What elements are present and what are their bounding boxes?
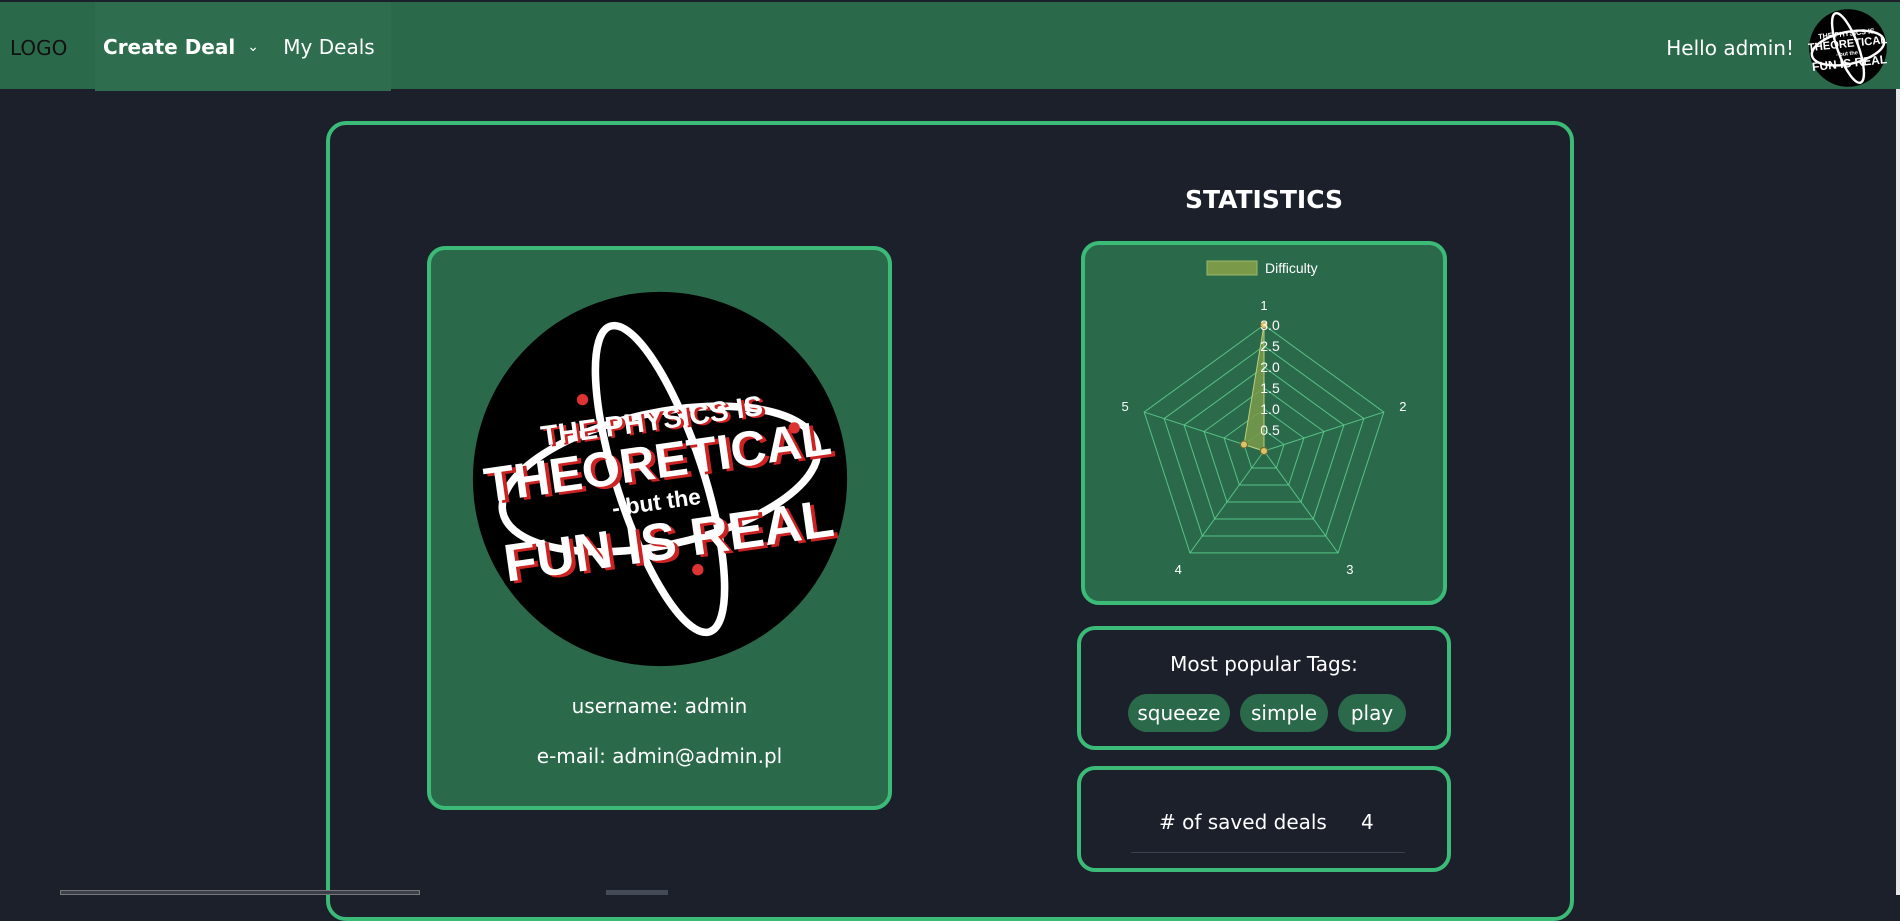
chevron-down-icon: ⌄ [247, 38, 259, 55]
vertical-scrollbar[interactable] [1896, 89, 1900, 895]
horizontal-scrollbar-thumb[interactable] [606, 890, 668, 895]
user-avatar[interactable]: THE PHYSICS IS THEORETICAL - but the - F… [1808, 8, 1888, 88]
user-greeting: Hello admin! [1666, 36, 1794, 60]
radar-tick-label: 0.5 [1260, 422, 1280, 438]
saved-deals-label: # of saved deals [1159, 810, 1327, 834]
radar-tick-label: 1.5 [1260, 380, 1280, 396]
my-deals-link[interactable]: My Deals [267, 2, 391, 91]
top-navbar: LOGO Create Deal ⌄ My Deals Hello admin!… [0, 0, 1900, 91]
tag-play[interactable]: play [1338, 694, 1406, 732]
create-deal-dropdown[interactable]: Create Deal ⌄ [95, 2, 267, 91]
legend-swatch [1206, 260, 1258, 276]
difficulty-radar-card: Difficulty 1 2 3 4 5 0.5 1.0 1.5 2.0 2.5 3.0 [1081, 241, 1447, 605]
legend-label: Difficulty [1265, 260, 1318, 276]
radar-category-label: 5 [1122, 399, 1129, 414]
radar-tick-label: 2.5 [1260, 338, 1280, 354]
radar-spoke [1263, 411, 1384, 452]
create-deal-label: Create Deal [103, 34, 236, 59]
divider [1131, 852, 1405, 853]
radar-data-point [1260, 447, 1268, 455]
radar-tick-label: 1.0 [1260, 401, 1280, 417]
radar-category-label: 1 [1260, 298, 1267, 313]
radar-data-point [1240, 440, 1249, 449]
radar-category-label: 4 [1175, 562, 1182, 577]
saved-deals-card: # of saved deals 4 [1077, 766, 1451, 872]
profile-avatar: THE PHYSICS IS THE PHYSICS IS THEORETICA… [472, 291, 848, 667]
radar-category-label: 2 [1399, 399, 1406, 414]
email-text: e-mail: admin@admin.pl [536, 744, 783, 768]
tag-squeeze[interactable]: squeeze [1128, 694, 1230, 732]
username-text: username: admin [571, 694, 748, 718]
saved-deals-count: 4 [1361, 810, 1374, 834]
profile-card: THE PHYSICS IS THE PHYSICS IS THEORETICA… [427, 246, 892, 810]
popular-tags-card: Most popular Tags: squeeze simple play [1077, 626, 1451, 750]
statistics-title: STATISTICS [1184, 185, 1344, 214]
my-deals-label: My Deals [283, 34, 375, 59]
logo-text[interactable]: LOGO [10, 36, 67, 60]
horizontal-scrollbar[interactable] [60, 890, 420, 895]
radar-tick-label: 2.0 [1260, 359, 1280, 375]
tags-title: Most popular Tags: [1170, 652, 1358, 676]
tag-simple[interactable]: simple [1240, 694, 1328, 732]
radar-tick-label: 3.0 [1260, 317, 1280, 333]
atom-dot-icon [576, 393, 589, 406]
difficulty-radar-chart: Difficulty 1 2 3 4 5 0.5 1.0 1.5 2.0 2.5 3.0 [1122, 260, 1407, 577]
radar-category-label: 3 [1346, 562, 1353, 577]
